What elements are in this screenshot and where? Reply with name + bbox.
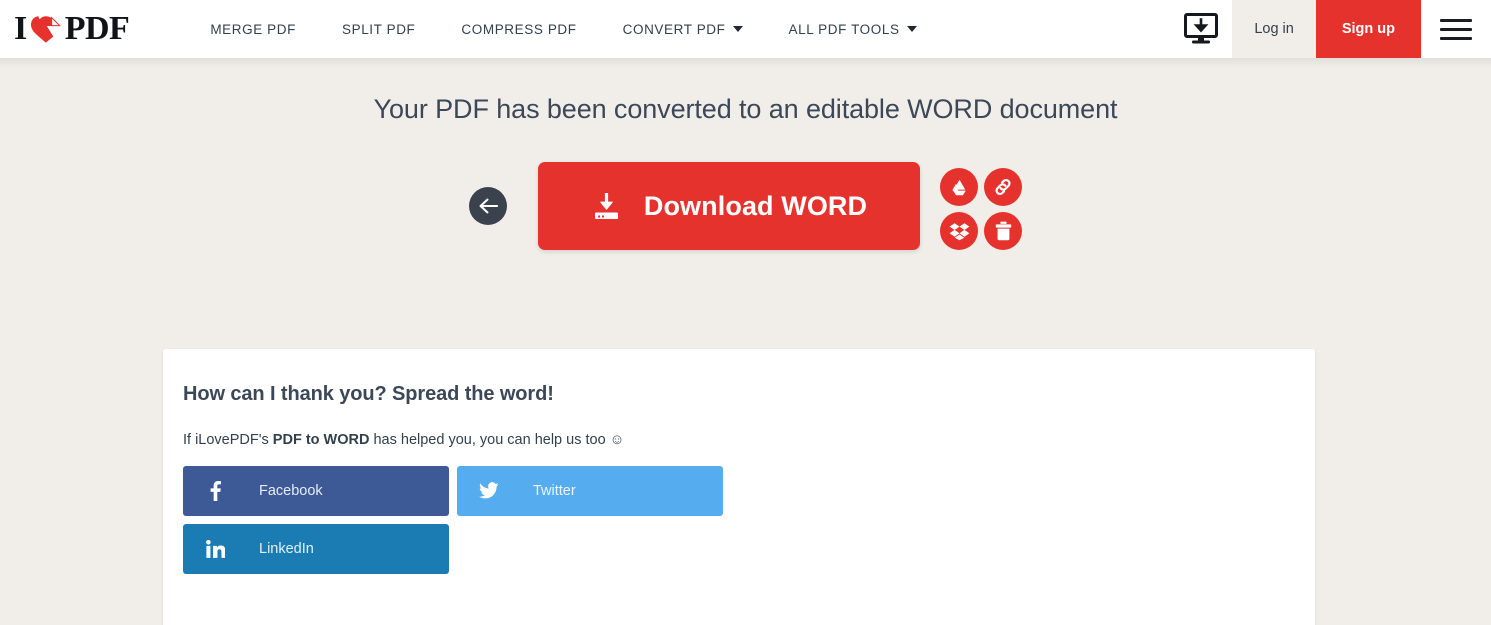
- nav-all-pdf-tools[interactable]: ALL PDF TOOLS: [766, 0, 940, 58]
- hamburger-bar: [1440, 19, 1472, 22]
- header-actions: Log in Sign up: [1170, 0, 1491, 58]
- download-word-button[interactable]: Download WORD: [538, 162, 920, 250]
- nav-compress-pdf-label: COMPRESS PDF: [461, 22, 576, 37]
- hamburger-menu-icon[interactable]: [1421, 0, 1491, 58]
- dropbox-icon: [949, 222, 970, 241]
- nav-all-pdf-tools-label: ALL PDF TOOLS: [789, 22, 900, 37]
- save-to-dropbox-button[interactable]: [940, 212, 978, 250]
- hamburger-bar: [1440, 28, 1472, 31]
- share-facebook-label: Facebook: [259, 483, 323, 499]
- twitter-icon: [479, 482, 499, 500]
- share-card: How can I thank you? Spread the word! If…: [163, 349, 1315, 625]
- nav-convert-pdf-label: CONVERT PDF: [623, 22, 726, 37]
- share-linkedin-label: LinkedIn: [259, 541, 314, 557]
- logo-home-link[interactable]: I PDF: [0, 0, 139, 58]
- share-facebook-button[interactable]: Facebook: [183, 466, 449, 516]
- desktop-download-icon: [1184, 13, 1218, 45]
- link-icon: [993, 177, 1013, 197]
- copy-link-button[interactable]: [984, 168, 1022, 206]
- trash-icon: [995, 221, 1012, 241]
- linkedin-icon: [205, 540, 225, 558]
- chevron-down-icon: [733, 26, 743, 32]
- logo-text: I PDF: [14, 12, 129, 46]
- share-twitter-label: Twitter: [533, 483, 576, 499]
- page-title: Your PDF has been converted to an editab…: [0, 92, 1491, 127]
- share-buttons-group: Facebook Twitter Linke: [183, 466, 1295, 574]
- nav-split-pdf[interactable]: SPLIT PDF: [319, 0, 438, 58]
- google-drive-icon: [950, 179, 969, 196]
- share-linkedin-button[interactable]: LinkedIn: [183, 524, 449, 574]
- heart-page-icon: [30, 15, 64, 45]
- nav-split-pdf-label: SPLIT PDF: [342, 22, 415, 37]
- arrow-left-icon: [479, 198, 498, 214]
- save-to-google-drive-button[interactable]: [940, 168, 978, 206]
- back-button[interactable]: [469, 187, 507, 225]
- logo-text-post: PDF: [65, 12, 130, 46]
- login-button[interactable]: Log in: [1232, 0, 1316, 58]
- nav-convert-pdf[interactable]: CONVERT PDF: [600, 0, 766, 58]
- desktop-app-download-button[interactable]: [1170, 0, 1232, 58]
- subtitle-prefix: If iLovePDF's: [183, 432, 273, 448]
- nav-merge-pdf-label: MERGE PDF: [210, 22, 296, 37]
- share-card-title: How can I thank you? Spread the word!: [183, 383, 1295, 406]
- download-action-row: Download WORD: [0, 162, 1491, 250]
- signup-button[interactable]: Sign up: [1316, 0, 1421, 58]
- nav-merge-pdf[interactable]: MERGE PDF: [187, 0, 319, 58]
- share-twitter-button[interactable]: Twitter: [457, 466, 723, 516]
- hamburger-bar: [1440, 37, 1472, 40]
- main-navigation: MERGE PDF SPLIT PDF COMPRESS PDF CONVERT…: [187, 0, 939, 58]
- delete-file-button[interactable]: [984, 212, 1022, 250]
- subtitle-tool-name: PDF to WORD: [273, 432, 370, 448]
- site-header: I PDF MERGE PDF SPLIT PDF COMPRESS PDF C…: [0, 0, 1491, 58]
- subtitle-suffix: has helped you, you can help us too ☺: [369, 432, 624, 448]
- main-content: Your PDF has been converted to an editab…: [0, 58, 1491, 625]
- file-actions-group: [940, 168, 1022, 250]
- share-card-subtitle: If iLovePDF's PDF to WORD has helped you…: [183, 432, 1295, 448]
- logo-text-pre: I: [14, 12, 27, 46]
- download-word-label: Download WORD: [644, 191, 867, 222]
- nav-compress-pdf[interactable]: COMPRESS PDF: [438, 0, 599, 58]
- chevron-down-icon: [907, 26, 917, 32]
- facebook-icon: [205, 481, 225, 501]
- download-icon: [591, 191, 622, 222]
